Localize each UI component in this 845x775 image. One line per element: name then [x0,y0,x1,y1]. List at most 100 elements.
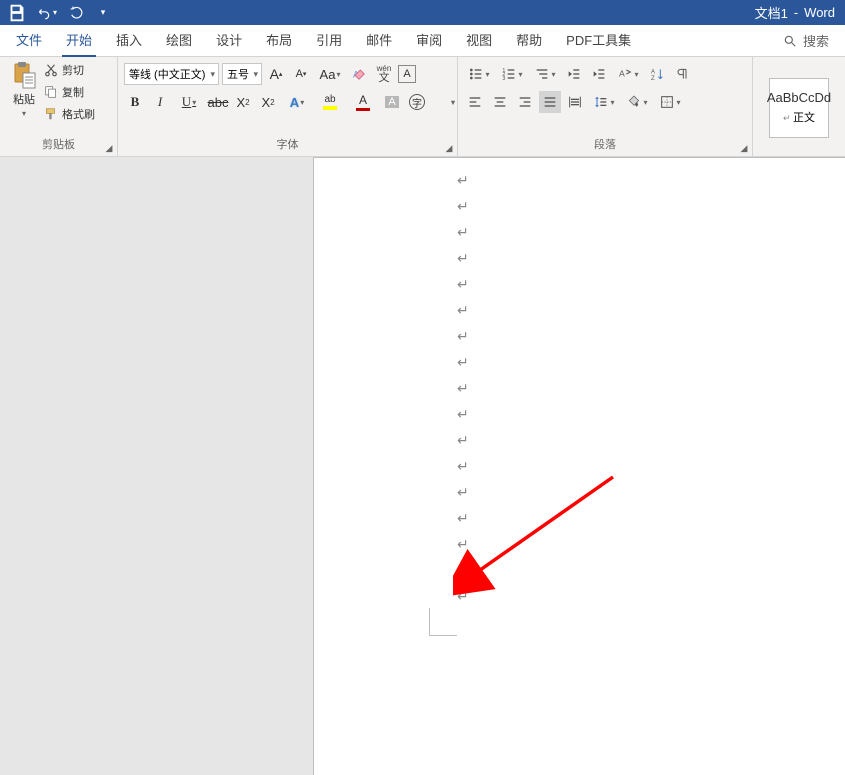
paste-icon [12,61,36,89]
search-box[interactable]: 搜索 [783,31,845,50]
svg-text:Z: Z [651,76,655,82]
group-styles: AaBbCcDd ↵ 正文 [753,57,845,156]
font-color-button[interactable]: A▾ [348,91,378,113]
tab-mailings[interactable]: 邮件 [354,25,404,57]
tab-review[interactable]: 审阅 [404,25,454,57]
font-size-value: 五号 [227,66,249,82]
numbering-icon: 123 [501,66,517,82]
shading-button[interactable]: ▾ [622,91,652,113]
decrease-indent-icon [566,66,582,82]
dropdown-caret-icon: ▾ [53,8,57,17]
numbering-button[interactable]: 123▾ [497,63,527,85]
align-distributed-icon [567,94,583,110]
tab-insert[interactable]: 插入 [104,25,154,57]
border-button[interactable]: ▾ [655,91,685,113]
format-painter-icon [44,107,58,121]
enclose-characters-icon: 字 [409,94,425,110]
paragraph-dialog-launcher[interactable]: ◢ [738,142,750,154]
tab-home[interactable]: 开始 [54,25,104,57]
search-label: 搜索 [803,31,829,50]
paragraph-mark: ↵ [457,250,469,267]
tab-view[interactable]: 视图 [454,25,504,57]
paragraph-mark: ↵ [457,562,469,579]
tab-draw[interactable]: 绘图 [154,25,204,57]
decrease-indent-button[interactable] [563,63,585,85]
paste-label: 粘贴 [13,91,35,107]
bold-button[interactable]: B [124,91,146,113]
character-shading-button[interactable]: A [381,91,403,113]
decrease-font-size-button[interactable]: A▾ [290,63,312,85]
line-spacing-button[interactable]: ▾ [589,91,619,113]
shading-icon [626,94,642,110]
underline-button[interactable]: U▾ [174,91,204,113]
font-dialog-launcher[interactable]: ◢ [443,142,455,154]
cut-button[interactable]: 剪切 [44,61,95,79]
subscript-button[interactable]: X2 [232,91,254,113]
multilevel-list-button[interactable]: ▾ [530,63,560,85]
align-right-button[interactable] [514,91,536,113]
group-label-font: 字体 [124,134,451,154]
tab-references[interactable]: 引用 [304,25,354,57]
superscript-button[interactable]: X2 [257,91,279,113]
paragraph-mark: ↵ [457,224,469,241]
svg-text:3: 3 [503,76,506,82]
undo-icon [37,6,51,20]
group-label-paragraph: 段落 [464,134,746,154]
paste-button[interactable]: 粘贴 ▾ [6,61,42,118]
text-effects-button[interactable]: A▾ [282,91,312,113]
enclose-characters-button[interactable]: 字 [406,91,428,113]
qat-customize-button[interactable]: ▾ [92,3,114,23]
multilevel-list-icon [534,66,550,82]
highlight-button[interactable]: ab▾ [315,91,345,113]
save-button[interactable] [6,3,28,23]
cut-icon [44,63,58,77]
tab-file[interactable]: 文件 [4,25,54,57]
style-normal[interactable]: AaBbCcDd ↵ 正文 [769,78,829,138]
group-label-clipboard: 剪贴板 [6,134,111,154]
increase-indent-icon [591,66,607,82]
font-size-combo[interactable]: 五号 [222,63,262,85]
paragraph-mark: ↵ [457,588,469,605]
document-canvas[interactable]: ↵↵↵↵↵↵↵↵↵↵↵↵↵↵↵↵↵ [0,157,845,775]
undo-button[interactable]: ▾ [32,3,62,23]
asian-layout-button[interactable]: A▾ [613,63,643,85]
format-painter-button[interactable]: 格式刷 [44,105,95,123]
clear-formatting-icon: A [351,66,367,82]
increase-font-size-button[interactable]: A▴ [265,63,287,85]
paragraph-mark: ↵ [457,380,469,397]
increase-indent-button[interactable] [588,63,610,85]
change-case-button[interactable]: Aa▾ [315,63,345,85]
italic-button[interactable]: I [149,91,171,113]
align-center-icon [492,94,508,110]
font-name-combo[interactable]: 等线 (中文正文) [124,63,219,85]
tab-design[interactable]: 设计 [204,25,254,57]
style-preview: AaBbCcDd [767,90,831,105]
tab-layout[interactable]: 布局 [254,25,304,57]
paragraph-marks: ↵↵↵↵↵↵↵↵↵↵↵↵↵↵↵↵↵ [457,172,469,605]
show-paragraph-marks-button[interactable] [671,63,693,85]
page-1[interactable]: ↵↵↵↵↵↵↵↵↵↵↵↵↵↵↵↵↵ [313,157,845,775]
bullets-icon [468,66,484,82]
align-center-button[interactable] [489,91,511,113]
strikethrough-button[interactable]: abc [207,91,229,113]
character-border-button[interactable]: A [398,65,416,83]
clear-formatting-button[interactable]: A [348,63,370,85]
redo-icon [70,6,84,20]
align-justify-button[interactable] [539,91,561,113]
redo-button[interactable] [66,3,88,23]
svg-text:A: A [619,69,625,79]
tab-help[interactable]: 帮助 [504,25,554,57]
font-name-value: 等线 (中文正文) [129,66,205,82]
copy-label: 复制 [62,84,84,100]
align-distributed-button[interactable] [564,91,586,113]
style-name: ↵ 正文 [783,109,815,125]
app-name: Word [804,5,835,20]
tab-pdf-tools[interactable]: PDF工具集 [554,25,643,57]
sort-button[interactable]: AZ [646,63,668,85]
copy-button[interactable]: 复制 [44,83,95,101]
clipboard-dialog-launcher[interactable]: ◢ [103,142,115,154]
align-left-button[interactable] [464,91,486,113]
highlight-swatch-icon [323,106,337,110]
bullets-button[interactable]: ▾ [464,63,494,85]
phonetic-guide-button[interactable]: wén 文 [373,63,395,85]
